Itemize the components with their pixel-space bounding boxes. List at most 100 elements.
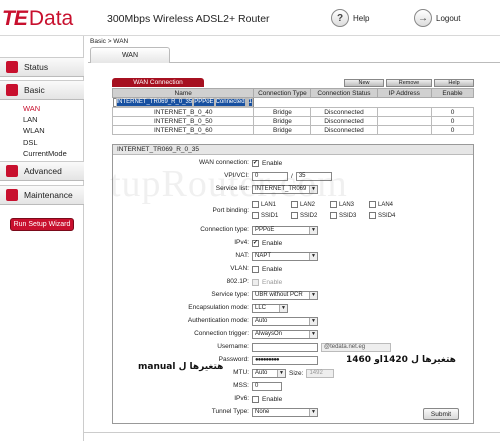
label: IPv6:: [234, 395, 249, 402]
connection-trigger-select[interactable]: AlwaysOn ▼: [252, 329, 318, 339]
logout-label: Logout: [436, 13, 461, 23]
help-button[interactable]: ? Help: [331, 9, 369, 27]
label: WAN connection:: [199, 159, 249, 166]
row-8021p: 802.1P: Enable: [113, 277, 473, 287]
te-data-logo: TE Data: [2, 4, 73, 34]
sidebar-maintenance[interactable]: Maintenance: [0, 185, 84, 205]
sidebar-status[interactable]: Status: [0, 57, 84, 77]
row-service-list: Service list: INTERNET_TR069 ▼: [113, 184, 473, 194]
sidebar-basic-label: Basic: [24, 85, 45, 95]
new-button[interactable]: New: [344, 79, 384, 87]
cell: Disconnected: [310, 125, 378, 135]
connection-detail-panel: INTERNET_TR069_R_0_35 WAN connection: En…: [112, 144, 474, 424]
label: Tunnel Type:: [211, 408, 249, 415]
logo-te: TE: [2, 7, 28, 30]
connection-type-select[interactable]: PPPoE ▼: [252, 225, 318, 235]
row-connection-type: Connection type: PPPoE ▼: [113, 225, 473, 235]
chevron-down-icon: ▼: [309, 291, 317, 299]
label: 802.1P:: [226, 278, 249, 285]
chevron-down-icon: ▼: [309, 330, 317, 338]
label: Encapsulation mode:: [188, 304, 249, 311]
remove-button[interactable]: Remove: [386, 79, 432, 87]
sidebar-item-currentmode[interactable]: CurrentMode: [23, 149, 67, 158]
row-vpi-vci: VPI/VCI: 0 / 35: [113, 171, 473, 181]
wan-connection-label: WAN Connection: [112, 78, 204, 87]
sidebar-advanced[interactable]: Advanced: [0, 161, 84, 181]
port-ssid4[interactable]: SSID4: [369, 212, 395, 219]
table-row[interactable]: INTERNET_B_0_40 Bridge Disconnected 0: [111, 107, 474, 117]
cell: INTERNET_B_0_50: [111, 116, 255, 126]
size-label: Size:: [289, 369, 304, 377]
divider: [84, 432, 500, 433]
8021p-checkbox[interactable]: [252, 278, 259, 286]
port-ssid1[interactable]: SSID1: [252, 212, 278, 219]
password-input[interactable]: ●●●●●●●●●: [252, 355, 318, 365]
label: MSS:: [233, 382, 249, 389]
table-help-button[interactable]: Help: [434, 79, 474, 87]
run-setup-wizard-button[interactable]: Run Setup Wizard: [10, 218, 74, 231]
mtu-size-input[interactable]: 1492: [306, 368, 335, 378]
ipv4-checkbox[interactable]: [252, 239, 259, 247]
label: Username:: [217, 343, 249, 350]
ipv6-checkbox[interactable]: [252, 395, 259, 403]
row-nat: NAT: NAPT ▼: [113, 251, 473, 261]
encapsulation-select[interactable]: LLC ▼: [252, 303, 288, 313]
sidebar-basic[interactable]: Basic: [0, 80, 84, 100]
port-ssid3[interactable]: SSID3: [330, 212, 356, 219]
port-ssid2[interactable]: SSID2: [291, 212, 317, 219]
service-list-select[interactable]: INTERNET_TR069 ▼: [252, 184, 318, 194]
tab-wan[interactable]: WAN: [90, 47, 170, 63]
vlan-checkbox[interactable]: [252, 265, 259, 273]
label: Connection trigger:: [194, 330, 249, 337]
service-list-value: INTERNET_TR069: [255, 186, 307, 192]
cell: 1: [247, 98, 253, 107]
cell: INTERNET_B_0_40: [111, 107, 255, 117]
sidebar-item-wan[interactable]: WAN: [23, 104, 40, 113]
cell: 0: [431, 107, 474, 117]
sidebar-item-lan[interactable]: LAN: [23, 115, 38, 124]
chevron-down-icon: ▼: [309, 226, 317, 234]
table-row[interactable]: INTERNET_TR069_R_0_35 PPPoE Connected 1: [112, 98, 254, 107]
mtu-select[interactable]: Auto ▼: [252, 368, 286, 378]
mss-input[interactable]: 0: [252, 381, 282, 391]
label: Connection type:: [200, 226, 249, 233]
col-name: Name: [111, 88, 255, 98]
col-enable: Enable: [431, 88, 474, 98]
sidebar: Status Basic WAN LAN WLAN DSL CurrentMod…: [0, 36, 84, 441]
cell: INTERNET_B_0_60: [111, 125, 255, 135]
label: VLAN:: [230, 265, 249, 272]
tunnel-type-select[interactable]: None ▼: [252, 407, 318, 417]
logout-button[interactable]: → Logout: [414, 9, 460, 27]
port-lan2[interactable]: LAN2: [291, 201, 315, 208]
annotation-manual: manual هتغيرها ل: [138, 362, 224, 372]
cell: Bridge: [253, 125, 312, 135]
username-suffix: @tedata.net.eg: [321, 342, 391, 352]
cell: Bridge: [253, 116, 312, 126]
breadcrumb: Basic > WAN: [90, 38, 129, 45]
port-lan4[interactable]: LAN4: [369, 201, 393, 208]
maintenance-icon: [6, 189, 18, 201]
port-lan3[interactable]: LAN3: [330, 201, 354, 208]
vci-input[interactable]: 35: [295, 171, 332, 181]
port-lan1[interactable]: LAN1: [252, 201, 276, 208]
cell: [376, 107, 433, 117]
row-tunnel: Tunnel Type: None ▼: [113, 407, 473, 417]
nat-select[interactable]: NAPT ▼: [252, 251, 318, 261]
username-input[interactable]: [252, 342, 318, 352]
wan-connection-table: Name Connection Type Connection Status I…: [111, 88, 474, 135]
cell: Bridge: [253, 107, 312, 117]
authentication-select[interactable]: Auto ▼: [252, 316, 318, 326]
wan-connection-checkbox[interactable]: [252, 159, 259, 167]
chevron-down-icon: ▼: [309, 408, 317, 416]
submit-button[interactable]: Submit: [423, 408, 459, 420]
table-row[interactable]: INTERNET_B_0_60 Bridge Disconnected 0: [111, 125, 474, 135]
sidebar-item-wlan[interactable]: WLAN: [23, 126, 45, 135]
label: Service type:: [211, 291, 249, 298]
service-type-select[interactable]: UBR without PCR ▼: [252, 290, 318, 300]
sidebar-status-label: Status: [24, 62, 49, 72]
cell: 0: [431, 116, 474, 126]
sidebar-item-dsl[interactable]: DSL: [23, 138, 38, 147]
vpi-input[interactable]: 0: [252, 171, 288, 181]
table-row[interactable]: INTERNET_B_0_50 Bridge Disconnected 0: [111, 116, 474, 126]
row-username: Username: @tedata.net.eg: [113, 342, 473, 352]
